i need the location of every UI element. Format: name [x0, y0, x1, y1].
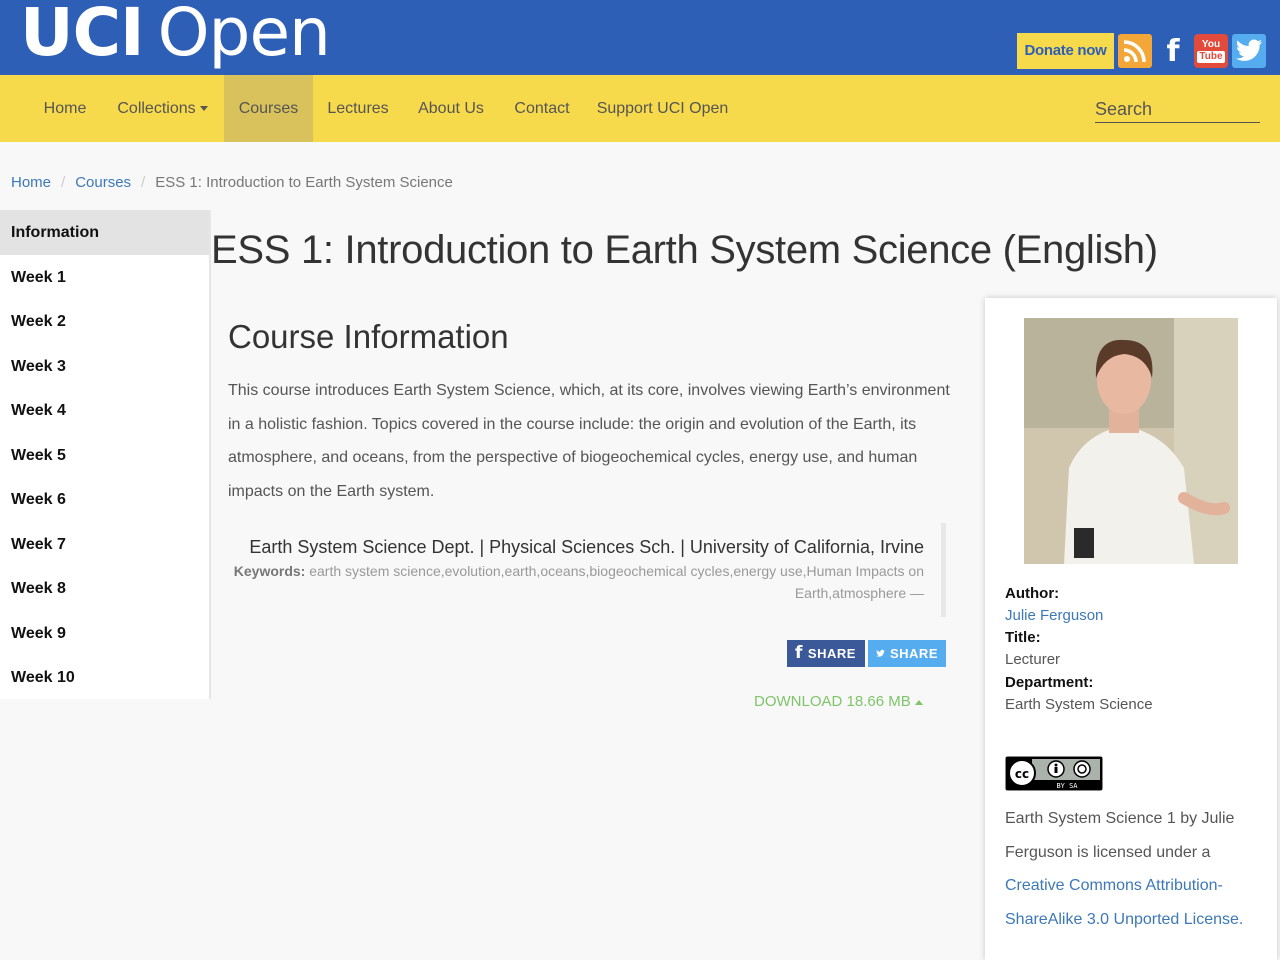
sidebar-item-week-9[interactable]: Week 9 [0, 611, 209, 656]
sidebar-item-week-10[interactable]: Week 10 [0, 655, 209, 700]
youtube-text-bottom: Tube [1197, 50, 1225, 63]
cc-badge-text: BY SA [1056, 782, 1078, 790]
twitter-icon[interactable] [1232, 34, 1266, 68]
sidebar-item-week-2[interactable]: Week 2 [0, 299, 209, 344]
license-link[interactable]: Creative Commons Attribution-ShareAlike … [1005, 877, 1243, 928]
license-statement: Earth System Science 1 by Julie Ferguson… [1005, 810, 1235, 861]
nav-courses[interactable]: Courses [224, 75, 313, 142]
rss-icon[interactable] [1118, 34, 1152, 68]
facebook-icon: f [795, 643, 803, 663]
author-photo-illustration [1024, 318, 1238, 564]
license-text: Earth System Science 1 by Julie Ferguson… [1005, 802, 1265, 936]
course-description: This course introduces Earth System Scie… [228, 382, 950, 500]
sidebar-item-week-7[interactable]: Week 7 [0, 522, 209, 567]
nav-support[interactable]: Support UCI Open [585, 75, 740, 142]
download-button[interactable]: DOWNLOAD 18.66 MB [754, 693, 923, 710]
twitter-bird-glyph [1235, 39, 1262, 61]
sidebar-item-week-4[interactable]: Week 4 [0, 388, 209, 433]
nav-about-us[interactable]: About Us [403, 75, 499, 142]
course-sidebar: Information Week 1 Week 2 Week 3 Week 4 … [0, 210, 211, 699]
author-photo [1024, 318, 1238, 564]
sidebar-item-week-1[interactable]: Week 1 [0, 255, 209, 300]
breadcrumb-separator: / [61, 174, 66, 191]
twitter-icon [876, 649, 885, 657]
title-value: Lecturer [1005, 651, 1061, 668]
title-label: Title: [1005, 629, 1041, 646]
site-header: UCI Open Donate now f You Tube [0, 0, 1280, 75]
sidebar-item-information[interactable]: Information [0, 210, 209, 255]
breadcrumb-separator: / [141, 174, 146, 191]
author-label: Author: [1005, 585, 1060, 602]
keywords-value: earth system science,evolution,earth,oce… [309, 563, 924, 601]
breadcrumb-current: ESS 1: Introduction to Earth System Scie… [155, 174, 453, 191]
nav-lectures[interactable]: Lectures [313, 75, 403, 142]
search-input[interactable]: Search [1095, 97, 1260, 123]
caret-up-icon [914, 699, 923, 705]
donate-button[interactable]: Donate now [1017, 33, 1114, 69]
share-buttons: f SHARE SHARE [787, 640, 946, 667]
header-actions: Donate now f You Tube [1017, 33, 1266, 69]
author-card: Author: Julie Ferguson Title: Lecturer D… [985, 298, 1277, 960]
section-title: Course Information [228, 318, 509, 355]
keywords-label: Keywords: [233, 563, 306, 579]
facebook-share-button[interactable]: f SHARE [787, 640, 865, 667]
department-value: Earth System Science [1005, 696, 1153, 713]
twitter-share-button[interactable]: SHARE [868, 640, 946, 667]
youtube-text-top: You [1201, 38, 1221, 50]
department-line: Earth System Science Dept. | Physical Sc… [249, 537, 924, 557]
nav-contact[interactable]: Contact [499, 75, 585, 142]
breadcrumb-courses[interactable]: Courses [75, 174, 131, 191]
logo-open: Open [157, 0, 331, 71]
site-logo[interactable]: UCI Open [20, 0, 331, 73]
cc-license-badge[interactable]: cc BY SA [1005, 756, 1103, 791]
nav-collections[interactable]: Collections [102, 75, 223, 142]
course-meta-quote: Earth System Science Dept. | Physical Sc… [228, 523, 946, 617]
logo-uci: UCI [20, 0, 145, 71]
department-label: Department: [1005, 674, 1094, 691]
nav-home[interactable]: Home [28, 75, 102, 142]
breadcrumb-home[interactable]: Home [11, 174, 51, 191]
youtube-icon[interactable]: You Tube [1194, 34, 1228, 68]
sidebar-item-week-6[interactable]: Week 6 [0, 477, 209, 522]
keywords: Keywords: earth system science,evolution… [228, 560, 924, 604]
breadcrumb: Home / Courses / ESS 1: Introduction to Eart… [11, 174, 453, 191]
rss-glyph [1123, 40, 1146, 63]
main-nav: Home Collections Courses Lectures About … [0, 75, 1280, 142]
sidebar-item-week-3[interactable]: Week 3 [0, 344, 209, 389]
sidebar-item-week-8[interactable]: Week 8 [0, 566, 209, 611]
page-title: ESS 1: Introduction to Earth System Scie… [211, 228, 1158, 272]
nav-collections-label: Collections [117, 100, 196, 117]
facebook-icon[interactable]: f [1156, 34, 1190, 69]
twitter-share-label: SHARE [889, 646, 938, 661]
download-label: DOWNLOAD 18.66 MB [754, 693, 911, 710]
chevron-down-icon [199, 106, 208, 112]
cc-by-sa-icon: cc BY SA [1006, 757, 1102, 790]
svg-text:cc: cc [1015, 767, 1029, 781]
facebook-share-label: SHARE [807, 646, 856, 661]
author-name-link[interactable]: Julie Ferguson [1005, 607, 1103, 624]
sidebar-item-week-5[interactable]: Week 5 [0, 433, 209, 478]
